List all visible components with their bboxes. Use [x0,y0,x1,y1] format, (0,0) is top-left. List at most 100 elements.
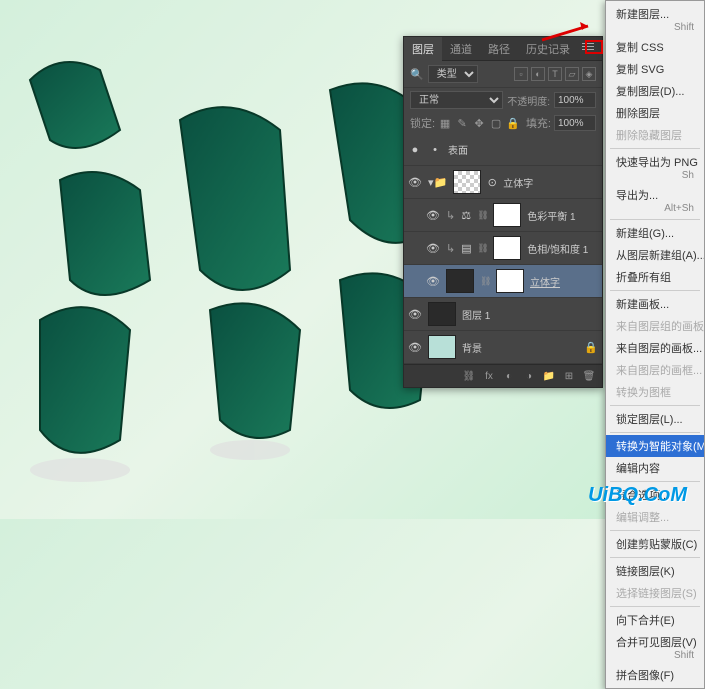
menu-item[interactable]: 合并可见图层(V)Shift [606,631,704,664]
lock-all-icon[interactable]: 🔒 [506,116,520,130]
menu-item[interactable]: 从图层新建组(A)... [606,244,704,266]
lock-pos-icon[interactable]: ✥ [472,116,486,130]
menu-item[interactable]: 复制 SVG [606,58,704,80]
visibility-toggle[interactable]: 👁 [408,307,422,321]
layer-label: 表面 [448,142,598,157]
filter-text-icon[interactable]: T [548,67,562,81]
visibility-toggle[interactable]: 👁 [408,340,422,354]
watermark: UiBQ.CoM [588,484,687,507]
menu-item[interactable]: 来自图层的画板... [606,337,704,359]
layer-label: 色相/饱和度 1 [527,241,598,256]
blend-row: 正常 不透明度: [404,88,602,112]
link-icon: ⛓ [477,243,487,254]
menu-item: 删除隐藏图层 [606,124,704,146]
panel-footer: ⛓ fx ◐ ◑ 📁 ⊞ 🗑 [404,364,602,387]
visibility-toggle[interactable]: 👁 [408,175,422,189]
layer-panel-context-menu: 新建图层...Shift复制 CSS复制 SVG复制图层(D)...删除图层删除… [605,0,705,689]
opacity-input[interactable] [554,92,596,108]
menu-separator [610,481,700,482]
mask-icon[interactable]: ◐ [502,369,516,383]
menu-item[interactable]: 链接图层(K) [606,560,704,582]
menu-separator [610,530,700,531]
layer-1[interactable]: 👁 图层 1 [404,298,602,331]
lock-paint-icon[interactable]: ✎ [455,116,469,130]
layer-label: 立体字 [530,274,598,289]
canvas-artwork [0,0,450,519]
visibility-toggle[interactable]: 👁 [426,241,440,255]
lock-artboard-icon[interactable]: ▢ [489,116,503,130]
filter-search-icon: 🔍 [410,68,424,81]
hue-icon: ▤ [461,242,471,255]
filter-shape-icon[interactable]: ▱ [565,67,579,81]
visibility-toggle[interactable]: 👁 [426,208,440,222]
mask-thumb [493,236,521,260]
group-expand-icon[interactable]: ▾📁 [428,176,447,189]
layer-thumb [446,269,474,293]
menu-item[interactable]: 删除图层 [606,102,704,124]
layer-label: 立体字 [503,175,598,190]
layer-3dtext-smart[interactable]: 👁 ⛓ 立体字 [404,265,602,298]
layer-label: 背景 [462,340,578,355]
fx-icon[interactable]: fx [482,369,496,383]
layer-label: 图层 1 [462,307,598,322]
fill-label: 填充: [526,115,551,131]
layer-color-balance[interactable]: 👁 ↳ ⚖ ⛓ 色彩平衡 1 [404,199,602,232]
adjustment-icon[interactable]: ◑ [522,369,536,383]
layer-surface[interactable]: ● • 表面 [404,134,602,166]
group-thumb [453,170,481,194]
layer-group-3dtext[interactable]: 👁 ▾📁 ⊙ 立体字 [404,166,602,199]
layer-list: ● • 表面 👁 ▾📁 ⊙ 立体字 👁 ↳ ⚖ ⛓ 色彩平衡 1 👁 ↳ ▤ ⛓ [404,134,602,364]
layer-background[interactable]: 👁 背景 🔒 [404,331,602,364]
filter-pixel-icon[interactable]: ▫ [514,67,528,81]
menu-item[interactable]: 编辑内容 [606,457,704,479]
menu-item[interactable]: 快速导出为 PNGSh [606,151,704,184]
panel-menu-button[interactable] [582,41,598,55]
clip-icon: ↳ [446,209,455,222]
tab-history[interactable]: 历史记录 [518,37,578,61]
menu-shortcut: Shift [674,22,694,33]
link-layers-icon[interactable]: ⛓ [462,369,476,383]
filter-adjust-icon[interactable]: ◐ [531,67,545,81]
menu-item[interactable]: 新建组(G)... [606,222,704,244]
tab-channels[interactable]: 通道 [442,37,480,61]
visibility-toggle[interactable]: ● [408,143,422,157]
menu-item[interactable]: 新建画板... [606,293,704,315]
menu-item[interactable]: 转换为智能对象(M) [606,435,704,457]
menu-item[interactable]: 向下合并(E) [606,609,704,631]
menu-item[interactable]: 拼合图像(F) [606,664,704,686]
layer-label: 色彩平衡 1 [527,208,598,223]
menu-item[interactable]: 锁定图层(L)... [606,408,704,430]
menu-separator [610,290,700,291]
menu-item[interactable]: 创建剪贴蒙版(C) [606,533,704,555]
filter-smart-icon[interactable]: ◈ [582,67,596,81]
tab-paths[interactable]: 路径 [480,37,518,61]
menu-item[interactable]: 复制图层(D)... [606,80,704,102]
menu-item[interactable]: 复制 CSS [606,36,704,58]
balance-icon: ⚖ [461,209,471,222]
group-icon[interactable]: 📁 [542,369,556,383]
filter-type-select[interactable]: 类型 [428,65,478,83]
visibility-toggle[interactable]: 👁 [426,274,440,288]
layers-panel: 图层 通道 路径 历史记录 🔍 类型 ▫ ◐ T ▱ ◈ 正常 不透明度: 锁定… [403,36,603,388]
menu-item[interactable]: 新建图层...Shift [606,3,704,36]
menu-item[interactable]: 折叠所有组 [606,266,704,288]
new-layer-icon[interactable]: ⊞ [562,369,576,383]
menu-item: 选择链接图层(S) [606,582,704,604]
layer-hue-sat[interactable]: 👁 ↳ ▤ ⛓ 色相/饱和度 1 [404,232,602,265]
menu-separator [610,557,700,558]
menu-item[interactable]: 导出为...Alt+Sh [606,184,704,217]
delete-icon[interactable]: 🗑 [582,369,596,383]
menu-shortcut: Alt+Sh [664,203,694,214]
fill-input[interactable] [554,115,596,131]
menu-shortcut: Sh [682,170,694,181]
menu-separator [610,432,700,433]
tab-layers[interactable]: 图层 [404,37,442,61]
dot-icon: • [428,143,442,157]
blend-mode-select[interactable]: 正常 [410,91,503,109]
lock-trans-icon[interactable]: ▦ [438,116,452,130]
menu-separator [610,148,700,149]
opacity-label: 不透明度: [507,93,550,108]
menu-item: 转换为图框 [606,381,704,403]
menu-separator [610,405,700,406]
layer-thumb [428,335,456,359]
